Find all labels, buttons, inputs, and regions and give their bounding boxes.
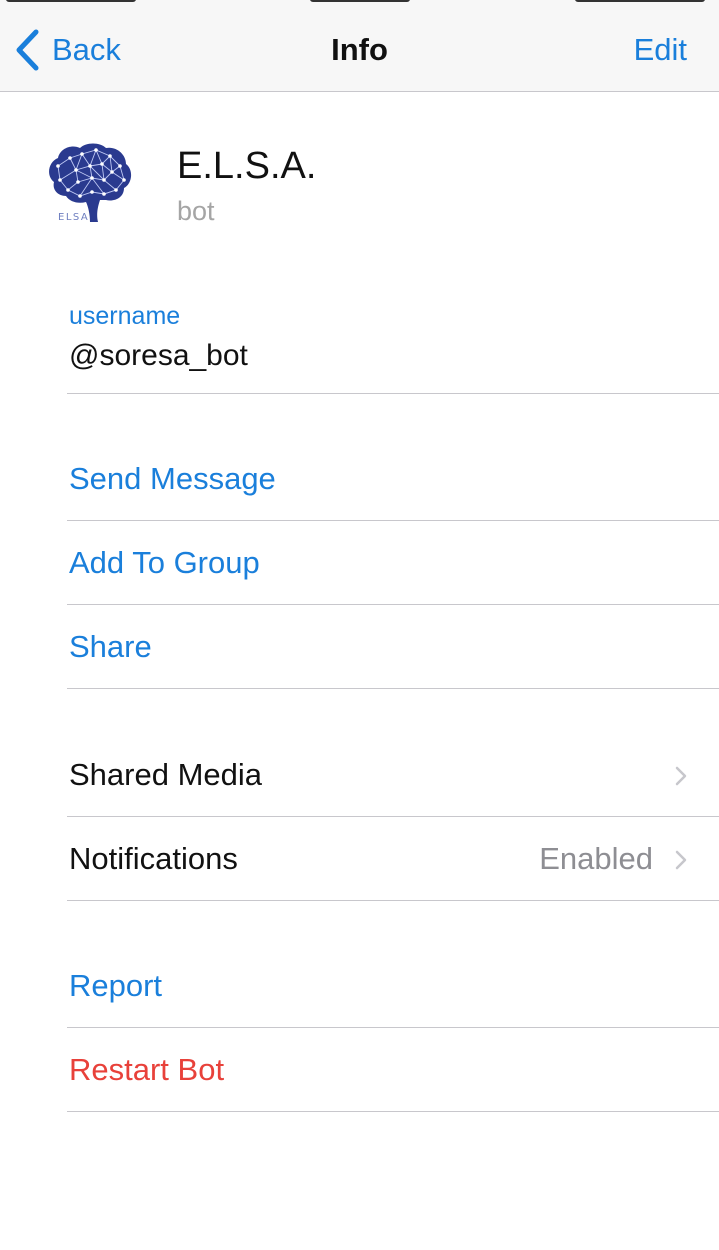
add-to-group-label: Add To Group — [69, 545, 260, 580]
back-button[interactable]: Back — [14, 28, 121, 72]
add-to-group-button[interactable]: Add To Group — [67, 521, 719, 605]
shared-media-row[interactable]: Shared Media — [67, 733, 719, 817]
chevron-right-icon — [675, 850, 687, 870]
report-label: Report — [69, 968, 163, 1003]
status-bar-right — [575, 0, 705, 2]
notifications-label: Notifications — [69, 841, 238, 876]
profile-header: ELSA E.L.S.A. bot — [0, 92, 719, 262]
username-label: username — [69, 302, 181, 330]
username-value: @soresa_bot — [69, 339, 248, 372]
report-button[interactable]: Report — [67, 944, 719, 1028]
restart-bot-button[interactable]: Restart Bot — [67, 1028, 719, 1112]
status-bar-time — [310, 0, 410, 2]
avatar-text: ELSA — [58, 212, 89, 223]
share-button[interactable]: Share — [67, 605, 719, 689]
avatar[interactable]: ELSA — [40, 136, 136, 232]
username-section[interactable]: username @soresa_bot — [67, 297, 719, 394]
chevron-left-icon — [16, 29, 39, 71]
edit-button[interactable]: Edit — [634, 28, 687, 72]
chevron-right-icon — [675, 766, 687, 786]
share-label: Share — [69, 629, 152, 664]
notifications-row[interactable]: Notifications Enabled — [67, 817, 719, 901]
profile-name: E.L.S.A. — [177, 145, 317, 187]
actions-group: Send Message Add To Group Share — [67, 437, 719, 689]
send-message-button[interactable]: Send Message — [67, 437, 719, 521]
profile-subtitle: bot — [177, 196, 215, 226]
restart-bot-label: Restart Bot — [69, 1052, 225, 1087]
send-message-label: Send Message — [69, 461, 276, 496]
shared-media-label: Shared Media — [69, 757, 263, 792]
status-bar — [0, 0, 719, 6]
brain-logo-icon: ELSA — [49, 143, 132, 223]
notifications-value: Enabled — [539, 841, 653, 876]
back-button-label: Back — [52, 32, 121, 67]
navigation-bar: Back Info Edit — [0, 0, 719, 92]
settings-group: Shared Media Notifications Enabled — [67, 733, 719, 901]
status-bar-left — [6, 0, 136, 2]
danger-group: Report Restart Bot — [67, 944, 719, 1112]
